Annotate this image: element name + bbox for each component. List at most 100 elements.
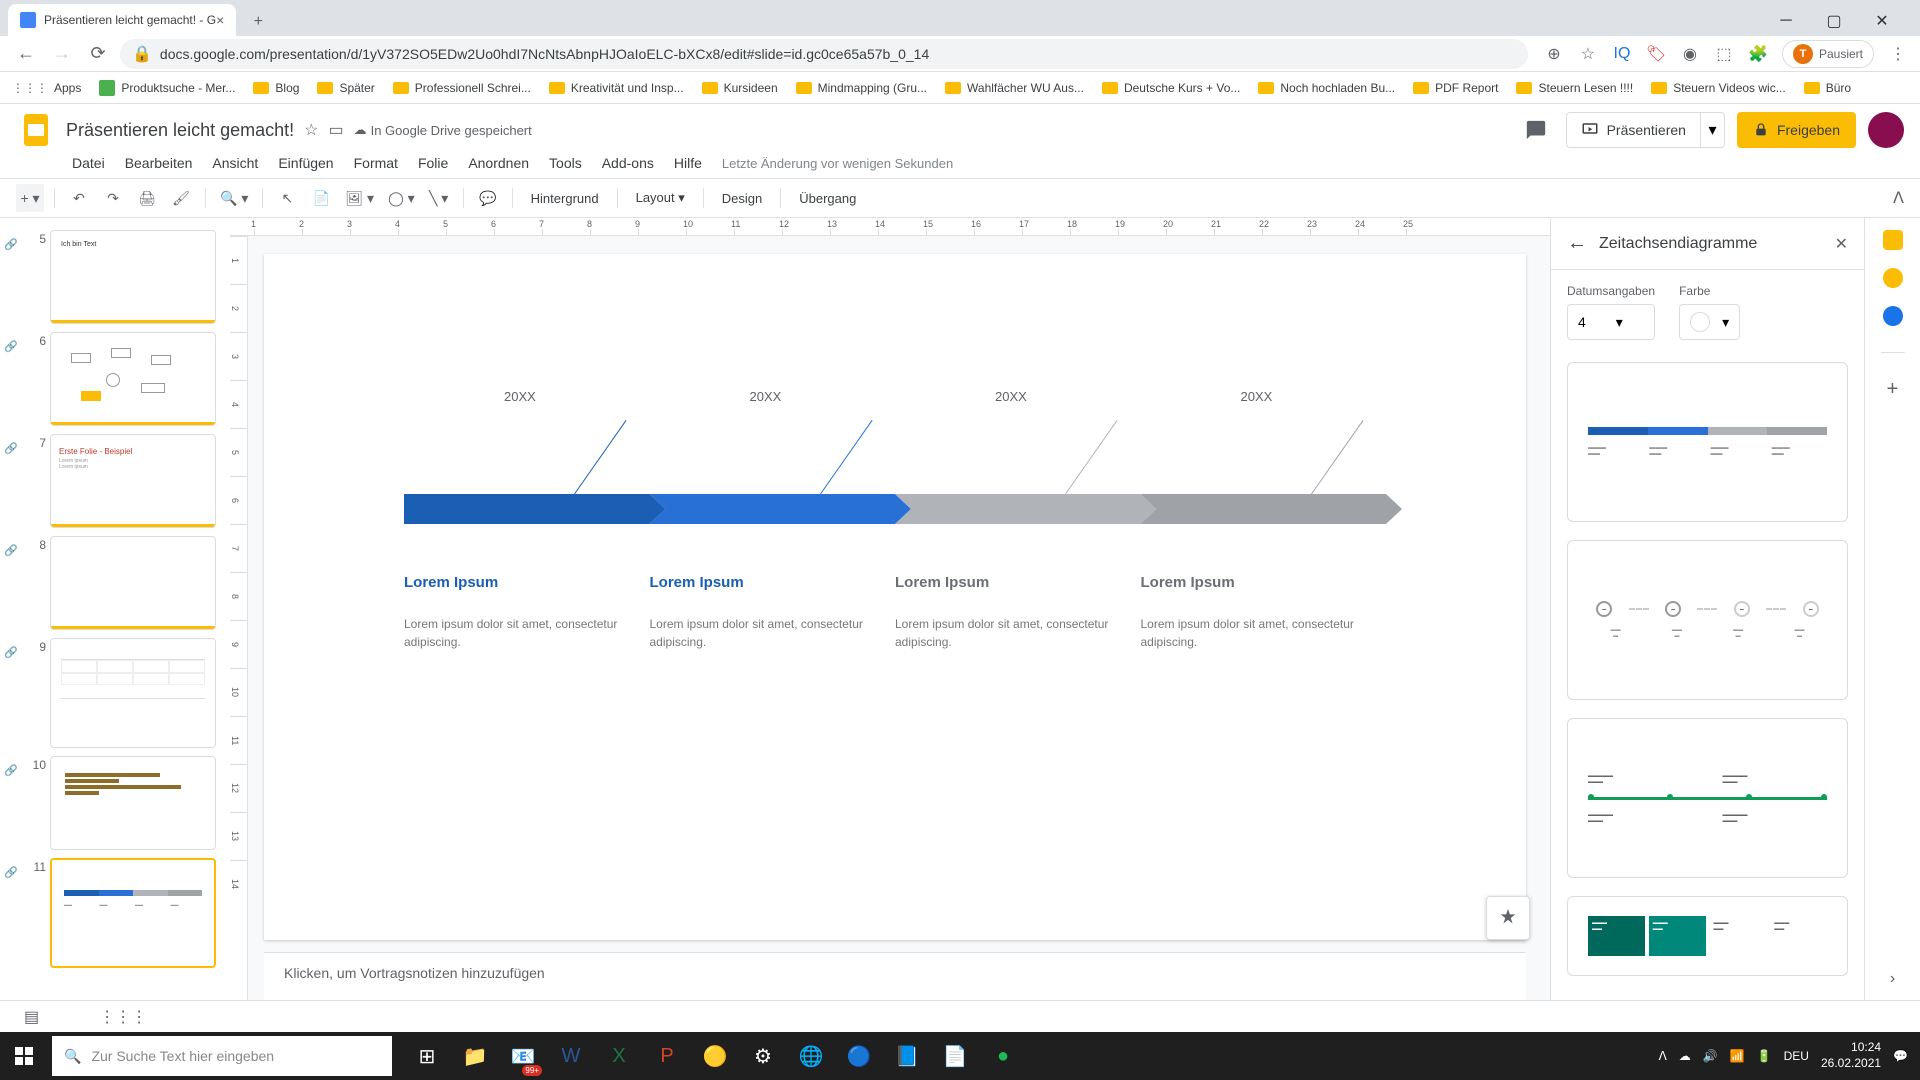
timeline-style-option-4[interactable]: ▬▬▬▬▬ ▬▬▬▬▬ ▬▬▬▬▬ ▬▬▬▬▬ [1567, 896, 1848, 976]
slide-thumbnail-10[interactable] [50, 756, 216, 850]
profile-pause-pill[interactable]: T Pausiert [1782, 40, 1874, 68]
layout-button[interactable]: Layout ▾ [628, 190, 693, 206]
share-button[interactable]: Freigeben [1737, 112, 1856, 148]
shape-icon[interactable]: ◯ ▾ [384, 184, 419, 212]
tray-clock[interactable]: 10:24 26.02.2021 [1821, 1040, 1881, 1071]
timeline-desc-3[interactable]: Lorem ipsum dolor sit amet, consectetur … [895, 615, 1111, 651]
browser-tab[interactable]: Präsentieren leicht gemacht! - G × [8, 4, 236, 36]
panel-back-icon[interactable]: ← [1567, 232, 1587, 255]
undo-icon[interactable]: ↶ [65, 184, 93, 212]
taskbar-mail-icon[interactable]: 📧99+ [500, 1032, 546, 1080]
star-icon[interactable]: ☆ [1578, 44, 1598, 64]
explore-button[interactable] [1486, 896, 1530, 940]
menu-view[interactable]: Ansicht [212, 155, 258, 171]
taskbar-search[interactable]: 🔍 Zur Suche Text hier eingeben [52, 1036, 392, 1076]
extensions-icon[interactable]: 🧩 [1748, 44, 1768, 64]
menu-format[interactable]: Format [354, 155, 398, 171]
new-tab-button[interactable]: + [244, 8, 272, 36]
collapse-toolbar-icon[interactable]: ᐱ [1893, 188, 1904, 208]
paint-format-icon[interactable]: 🖌 [167, 184, 195, 212]
menu-help[interactable]: Hilfe [674, 155, 702, 171]
bookmark-apps[interactable]: ⋮⋮⋮Apps [12, 81, 81, 95]
bookmark-item[interactable]: Kursideen [702, 81, 778, 95]
url-input[interactable]: 🔒 docs.google.com/presentation/d/1yV372S… [120, 39, 1528, 69]
taskbar-word-icon[interactable]: W [548, 1032, 594, 1080]
timeline-style-option-1[interactable]: ▬▬▬▬▬▬▬▬▬▬▬▬▬▬▬▬▬▬▬▬ [1567, 362, 1848, 522]
taskbar-spotify-icon[interactable]: ● [980, 1032, 1026, 1080]
tray-notifications-icon[interactable]: 💬 [1893, 1049, 1908, 1063]
tray-battery-icon[interactable]: 🔋 [1757, 1049, 1772, 1063]
textbox-icon[interactable]: 📄 [307, 184, 335, 212]
slide-canvas[interactable]: 20XX 20XX 20XX 20XX Lorem Ipsum Lorem ip… [264, 254, 1526, 940]
timeline-title-4[interactable]: Lorem Ipsum [1141, 574, 1357, 591]
nav-back-icon[interactable]: ← [12, 40, 40, 68]
menu-file[interactable]: Datei [72, 155, 105, 171]
slide-thumbnail-5[interactable]: Ich bin Text [50, 230, 216, 324]
kebab-menu-icon[interactable]: ⋮ [1888, 44, 1908, 64]
transition-button[interactable]: Übergang [791, 191, 864, 206]
bookmark-item[interactable]: Blog [253, 81, 299, 95]
tray-lang[interactable]: DEU [1784, 1049, 1809, 1063]
reload-icon[interactable]: ⟳ [84, 40, 112, 68]
menu-arrange[interactable]: Anordnen [468, 155, 529, 171]
timeline-style-option-2[interactable]: − − − − ▬▬▬▬▬▬▬▬▬▬▬▬ [1567, 540, 1848, 700]
close-window-icon[interactable]: ✕ [1860, 6, 1904, 36]
grid-view-icon[interactable]: ⋮⋮⋮ [99, 1007, 147, 1027]
line-icon[interactable]: ╲ ▾ [425, 184, 453, 212]
redo-icon[interactable]: ↷ [99, 184, 127, 212]
extension1-icon[interactable]: IQ [1612, 44, 1632, 64]
timeline-style-option-3[interactable]: ▬▬▬▬▬▬▬▬▬▬▬▬▬▬▬▬ ▬▬▬▬▬▬▬▬▬▬▬▬▬▬▬▬ [1567, 718, 1848, 878]
bookmark-item[interactable]: Büro [1804, 81, 1851, 95]
zoom-fit-icon[interactable]: 🔍 ▾ [216, 184, 252, 212]
background-button[interactable]: Hintergrund [523, 191, 607, 206]
extension2-icon[interactable]: ◉ [1680, 44, 1700, 64]
slide-thumbnail-9[interactable] [50, 638, 216, 748]
minimize-icon[interactable]: ─ [1764, 6, 1808, 36]
bookmark-item[interactable]: Wahlfächer WU Aus... [945, 81, 1084, 95]
bookmark-item[interactable]: Noch hochladen Bu... [1258, 81, 1395, 95]
speaker-notes[interactable]: Klicken, um Vortragsnotizen hinzuzufügen [264, 952, 1526, 1000]
taskbar-notepad-icon[interactable]: 📄 [932, 1032, 978, 1080]
print-icon[interactable]: 🖨 [133, 184, 161, 212]
bookmark-item[interactable]: Steuern Videos wic... [1651, 81, 1786, 95]
bookmark-item[interactable]: Steuern Lesen !!!! [1516, 81, 1633, 95]
maximize-icon[interactable]: ▢ [1812, 6, 1856, 36]
present-button[interactable]: Präsentieren [1566, 112, 1701, 148]
filmstrip-view-icon[interactable]: ▤ [24, 1007, 39, 1027]
tray-onedrive-icon[interactable]: ☁ [1679, 1049, 1691, 1063]
panel-close-icon[interactable]: ✕ [1835, 234, 1848, 254]
last-edit-text[interactable]: Letzte Änderung vor wenigen Sekunden [722, 156, 953, 171]
present-dropdown[interactable]: ▾ [1701, 112, 1725, 148]
taskbar-explorer-icon[interactable]: 📁 [452, 1032, 498, 1080]
comment-add-icon[interactable]: 💬 [474, 184, 502, 212]
taskbar-powerpoint-icon[interactable]: P [644, 1032, 690, 1080]
menu-edit[interactable]: Bearbeiten [125, 155, 193, 171]
doc-title[interactable]: Präsentieren leicht gemacht! [66, 120, 294, 141]
sidepanel-calendar-icon[interactable] [1883, 230, 1903, 250]
sidepanel-add-icon[interactable]: + [1883, 379, 1903, 399]
select-cursor-icon[interactable]: ↖ [273, 184, 301, 212]
bookmark-item[interactable]: Deutsche Kurs + Vo... [1102, 81, 1240, 95]
timeline-title-1[interactable]: Lorem Ipsum [404, 574, 620, 591]
tray-expand-icon[interactable]: ᐱ [1659, 1049, 1667, 1063]
start-button[interactable] [0, 1032, 48, 1080]
menu-insert[interactable]: Einfügen [278, 155, 333, 171]
close-tab-icon[interactable]: × [216, 12, 224, 28]
image-icon[interactable]: 🖼 ▾ [341, 184, 378, 212]
taskview-icon[interactable]: ⊞ [404, 1032, 450, 1080]
slide-thumbnail-11[interactable]: ▬▬▬▬▬▬▬▬ [50, 858, 216, 968]
extension3-icon[interactable]: ⬚ [1714, 44, 1734, 64]
tray-volume-icon[interactable]: 🔊 [1703, 1049, 1718, 1063]
sidepanel-collapse-icon[interactable]: › [1890, 970, 1895, 988]
taskbar-edge-icon[interactable]: 🔵 [836, 1032, 882, 1080]
slide-thumbnail-7[interactable]: Erste Folie - BeispielLorem ipsumLorem i… [50, 434, 216, 528]
color-select[interactable]: ▾ [1679, 304, 1740, 340]
taskbar-app-icon[interactable]: 🟡 [692, 1032, 738, 1080]
comments-button[interactable] [1518, 112, 1554, 148]
move-doc-icon[interactable]: ▭ [328, 120, 343, 140]
taskbar-chrome-icon[interactable]: 🌐 [788, 1032, 834, 1080]
slides-logo-icon[interactable] [16, 110, 56, 150]
bookmark-item[interactable]: Mindmapping (Gru... [796, 81, 927, 95]
tray-wifi-icon[interactable]: 📶 [1730, 1049, 1745, 1063]
timeline-desc-1[interactable]: Lorem ipsum dolor sit amet, consectetur … [404, 615, 620, 651]
